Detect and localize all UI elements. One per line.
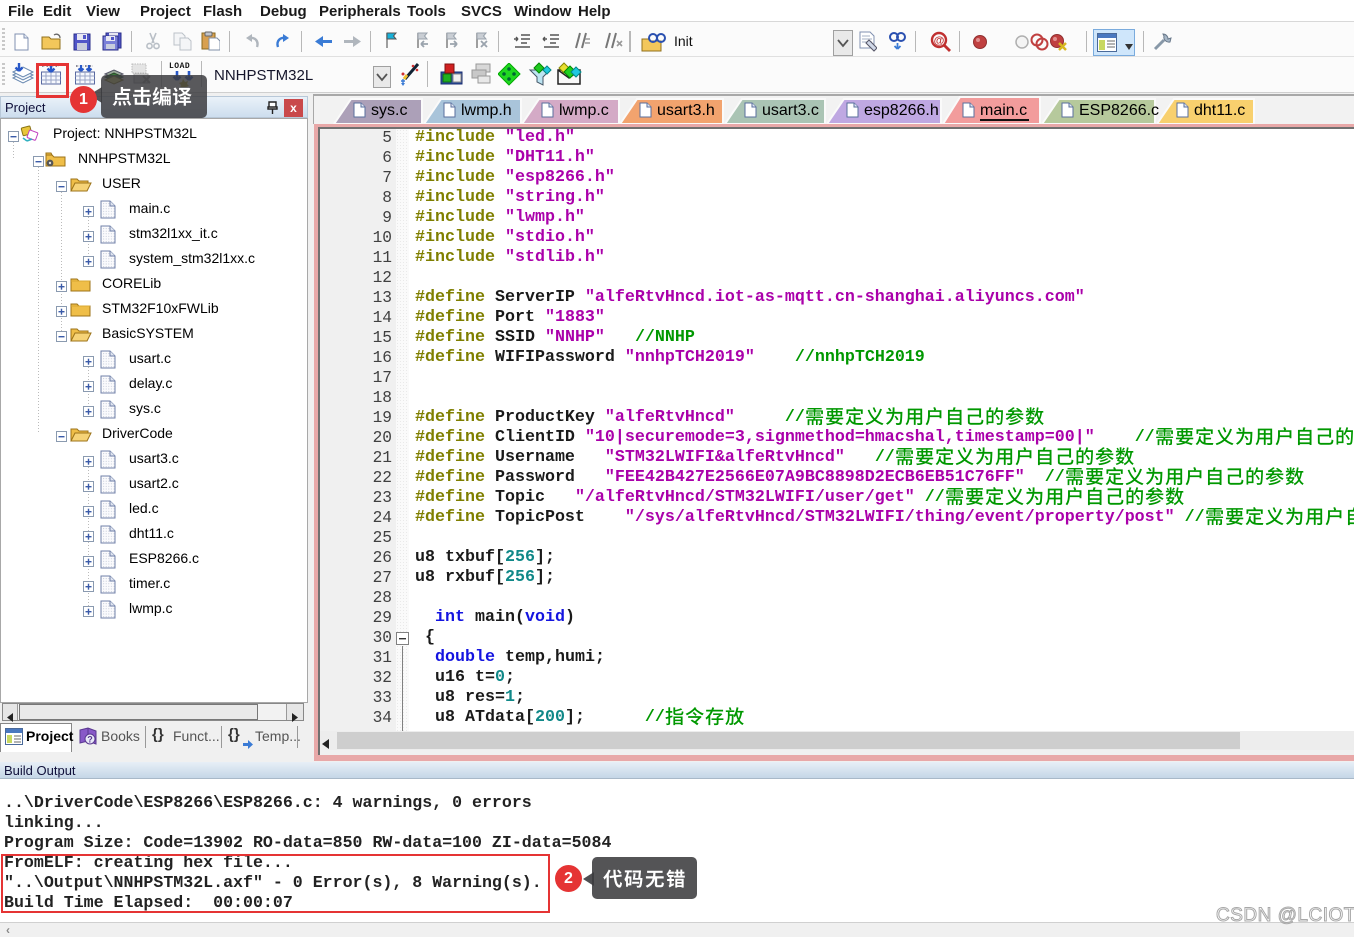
svg-text:?: ?: [87, 735, 93, 745]
svg-text:@: @: [934, 35, 945, 47]
